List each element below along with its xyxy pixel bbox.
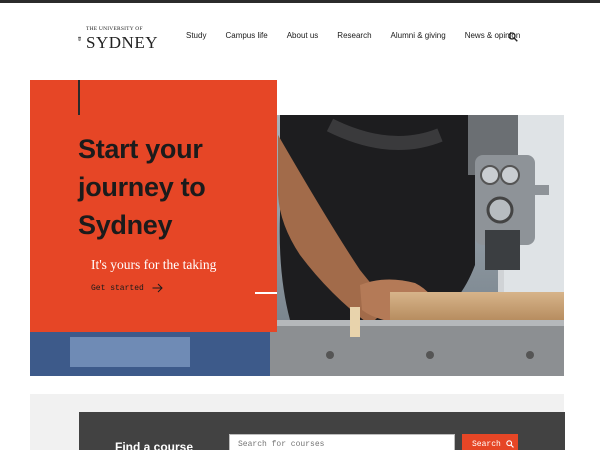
course-finder-title: Find a course — [115, 440, 194, 450]
get-started-link[interactable]: Get started — [91, 283, 163, 293]
hero-subtitle: It's yours for the taking — [91, 257, 217, 272]
main-nav: Study Campus life About us Research Alum… — [186, 31, 520, 40]
course-finder-bar: Find a course Search — [79, 412, 565, 450]
nav-item-study[interactable]: Study — [186, 31, 206, 40]
course-search-button-label: Search — [472, 439, 501, 449]
logo-big-text: SYDNEY — [86, 33, 158, 53]
arrow-right-icon — [152, 283, 163, 293]
hero-banner: Start your journey to Sydney It's yours … — [30, 80, 564, 376]
crest-icon — [78, 36, 81, 42]
course-search-input[interactable] — [229, 434, 455, 450]
nav-item-research[interactable]: Research — [337, 31, 371, 40]
search-icon[interactable] — [508, 32, 518, 42]
site-header: THE UNIVERSITY OF SYDNEY Study Campus li… — [0, 3, 600, 69]
get-started-label: Get started — [91, 283, 144, 293]
carousel-indicator[interactable] — [255, 292, 277, 294]
university-logo[interactable]: THE UNIVERSITY OF SYDNEY — [78, 17, 158, 61]
hero-title: Start your journey to Sydney — [78, 134, 206, 240]
nav-item-campus-life[interactable]: Campus life — [225, 31, 267, 40]
panel-accent-rule — [78, 80, 80, 115]
logo-wordmark: THE UNIVERSITY OF SYDNEY — [86, 25, 158, 53]
hero-promo-panel: Start your journey to Sydney It's yours … — [30, 80, 277, 332]
nav-item-about-us[interactable]: About us — [287, 31, 319, 40]
nav-item-alumni-giving[interactable]: Alumni & giving — [391, 31, 446, 40]
search-icon — [506, 440, 514, 448]
course-search-button[interactable]: Search — [462, 434, 518, 450]
logo-small-text: THE UNIVERSITY OF — [86, 25, 143, 32]
